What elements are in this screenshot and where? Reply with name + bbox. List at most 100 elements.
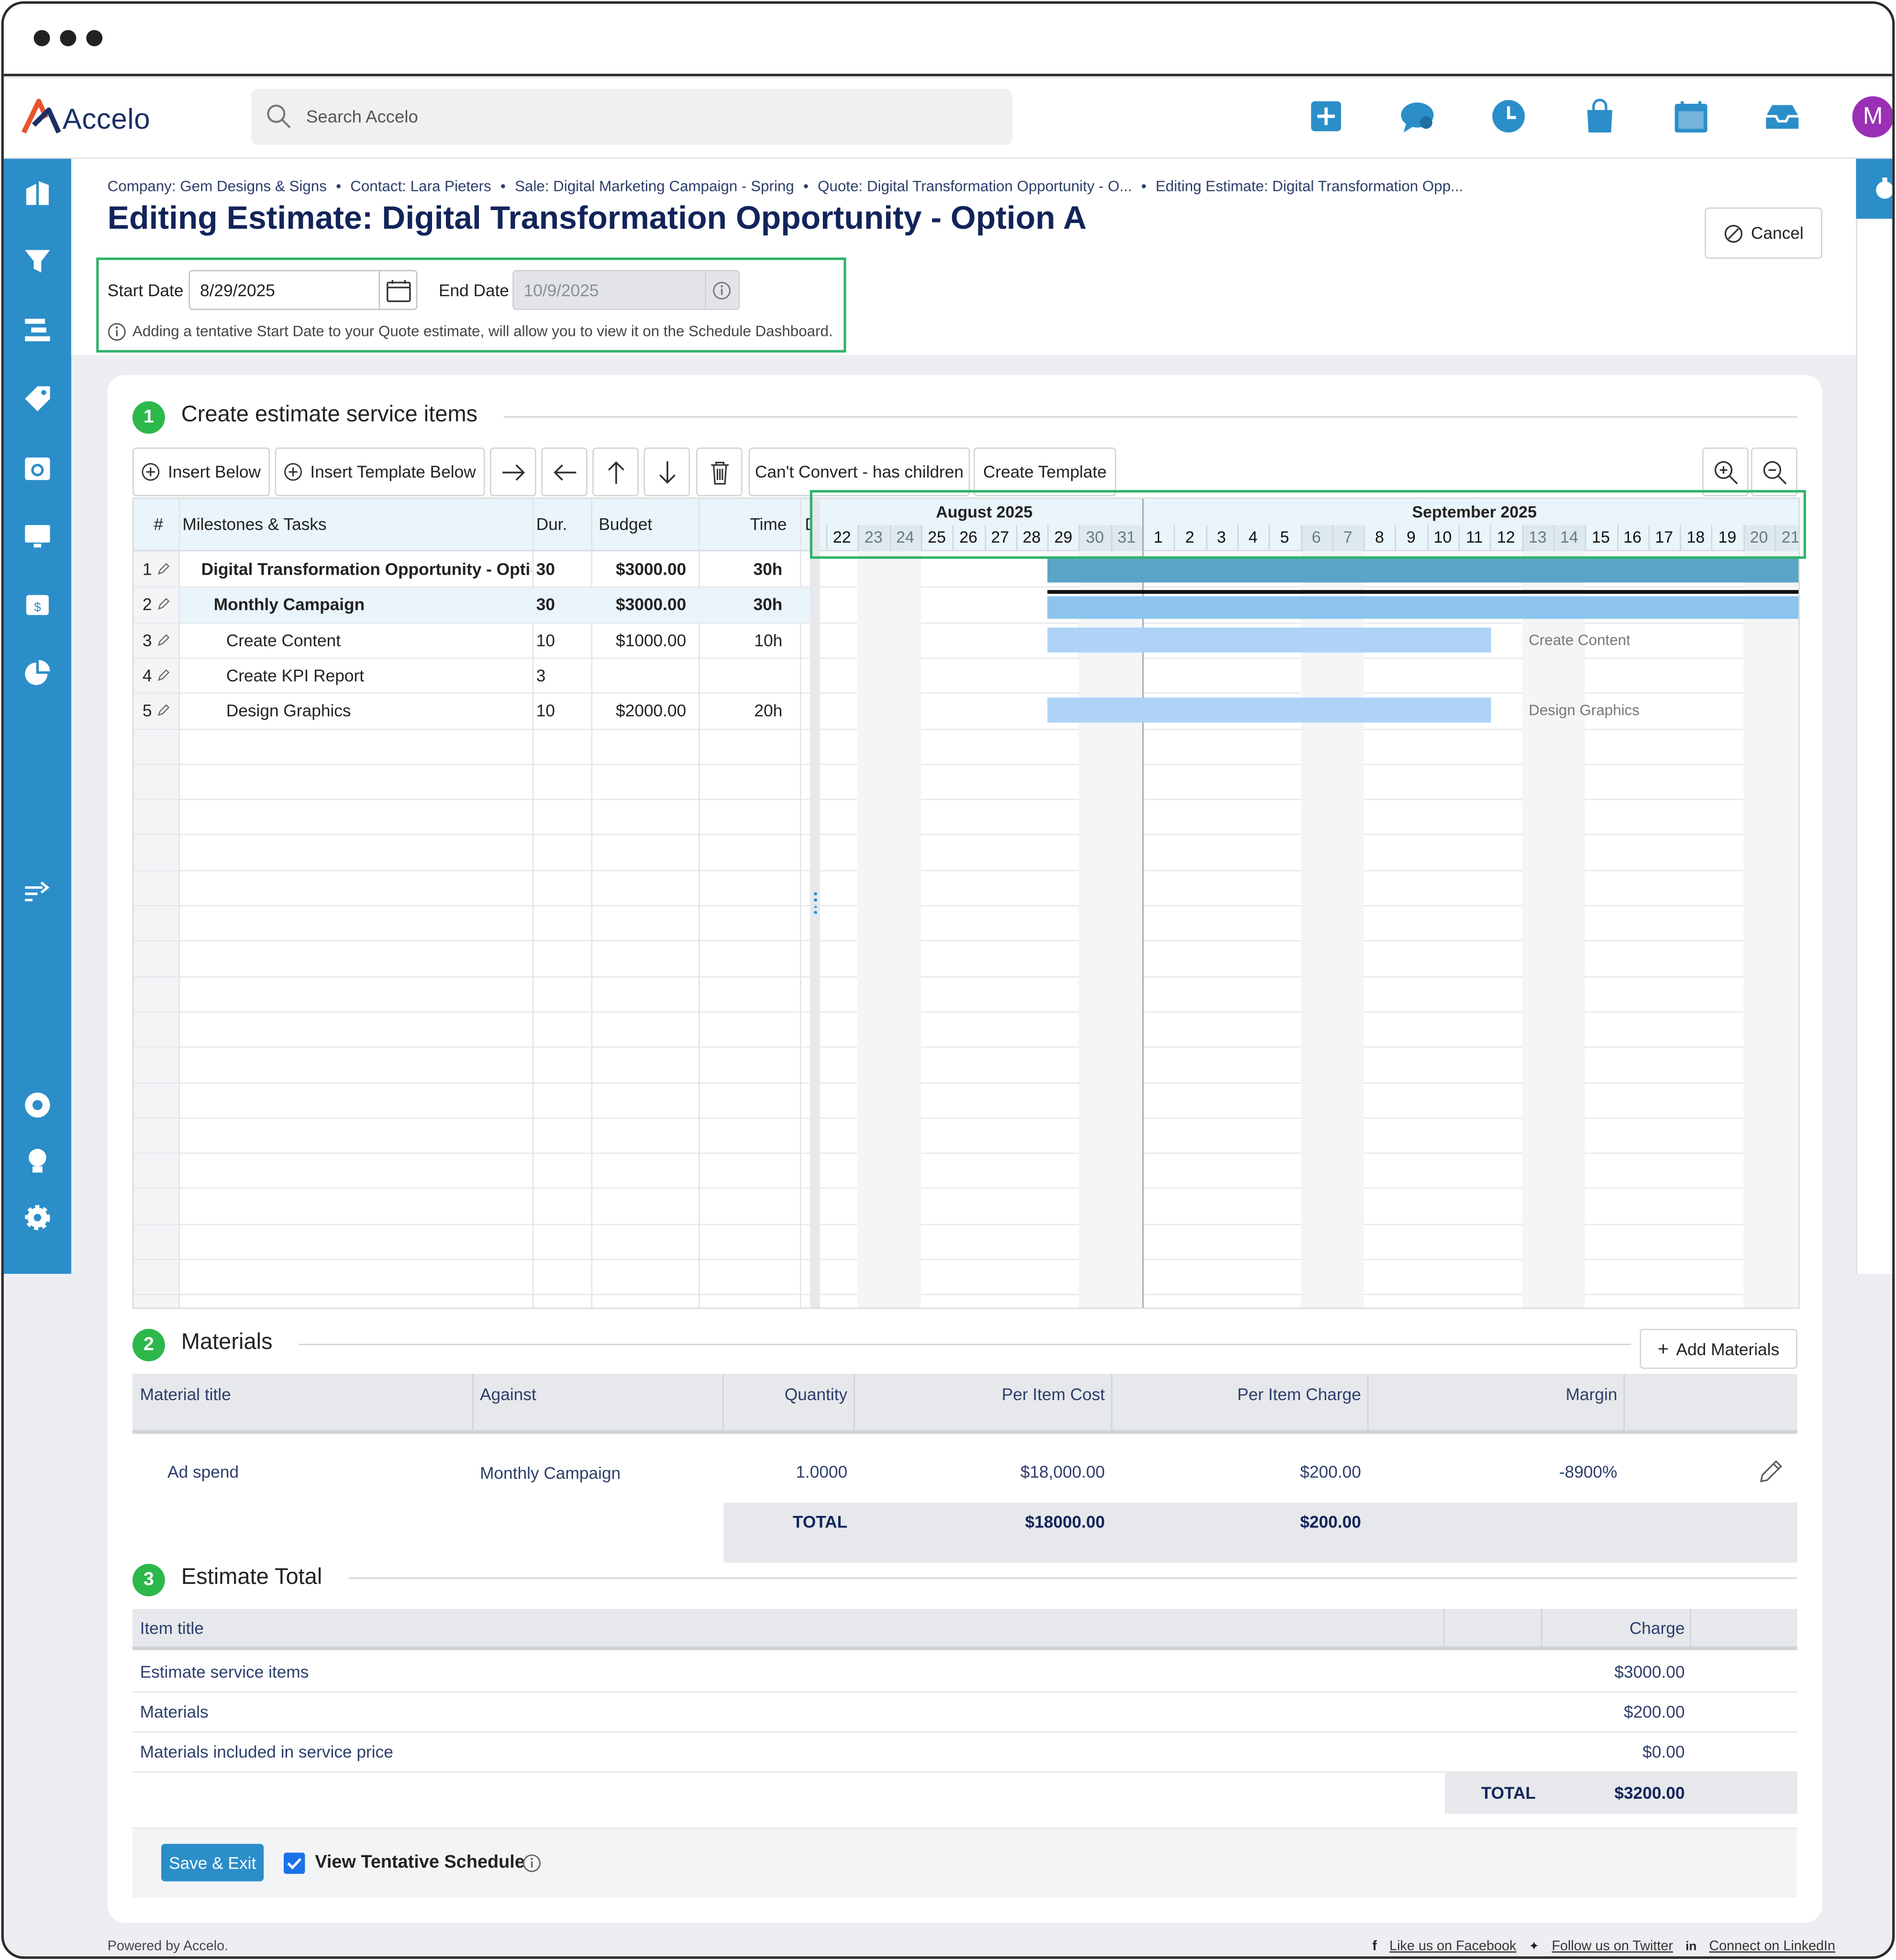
table-row[interactable]: 3 Create Content 10 $1000.00 10h [134,622,810,657]
chat-icon[interactable] [1398,99,1434,134]
row-name[interactable]: Digital Transformation Opportunity - Opt… [201,560,532,579]
search-box[interactable]: Search Accelo [251,89,1013,145]
move-up-button[interactable] [592,447,639,497]
column-header-dur: Dur. [536,515,567,534]
indent-button[interactable] [490,447,536,497]
insert-template-below-button[interactable]: Insert Template Below [275,447,485,497]
add-materials-label: Add Materials [1676,1339,1780,1359]
gantt-bar-milestone[interactable] [1047,596,1799,619]
help-lifebuoy-icon[interactable] [22,1090,53,1120]
window-dot-minimize[interactable] [60,30,77,46]
facebook-link[interactable]: Like us on Facebook [1389,1939,1516,1954]
gantt-bar-design-graphics[interactable] [1047,698,1491,723]
row-time: 30h [753,560,783,579]
sidebar: $ [3,158,71,1274]
row-edit-icon[interactable] [156,560,171,575]
logo-text[interactable]: Accelo [63,102,150,136]
outdent-button[interactable] [541,447,588,497]
collapse-sidebar-icon[interactable] [22,878,53,908]
table-row[interactable]: 2 Monthly Campaign 30 $3000.00 30h [134,587,810,622]
zoom-out-button[interactable] [1751,447,1797,497]
calendar-icon[interactable] [1674,99,1708,134]
zoom-in-button[interactable] [1702,447,1749,497]
desktop-icon[interactable] [22,521,53,551]
row-budget: $2000.00 [616,702,687,721]
table-row[interactable]: 4 Create KPI Report 3 [134,657,810,693]
arrow-up-icon [607,460,624,483]
info-icon[interactable] [522,1854,541,1872]
edit-pencil-icon[interactable] [1757,1458,1785,1485]
cant-convert-button[interactable]: Can't Convert - has children [748,447,970,497]
row-name[interactable]: Monthly Campaign [214,595,532,614]
create-template-button[interactable]: Create Template [974,447,1116,497]
breadcrumb-contact[interactable]: Contact: Lara Pieters [350,178,491,195]
section3-badge: 3 [132,1564,165,1597]
delete-button[interactable] [696,447,743,497]
window-dot-close[interactable] [33,30,50,46]
gantt-bar-create-content[interactable] [1047,627,1491,652]
shopping-bag-icon[interactable] [1582,99,1617,134]
linkedin-link[interactable]: Connect on LinkedIn [1709,1939,1835,1954]
row-duration: 10 [536,702,555,721]
tickets-tag-icon[interactable] [22,384,53,414]
ideas-lightbulb-icon[interactable] [22,1147,53,1177]
row-edit-icon[interactable] [156,666,171,681]
companies-icon[interactable] [22,178,53,208]
material-quantity: 1.0000 [796,1462,848,1481]
row-edit-icon[interactable] [156,631,171,646]
start-date-field[interactable]: 8/29/2025 [188,270,418,310]
arrow-right-icon [501,464,524,480]
table-row[interactable]: 5 Design Graphics 10 $2000.00 20h [134,693,810,728]
breadcrumb-quote[interactable]: Quote: Digital Transformation Opportunit… [818,178,1132,195]
end-date-label: End Date [438,281,510,300]
window-dot-maximize[interactable] [86,30,103,46]
linkedin-icon: in [1685,1939,1697,1953]
section2-title: Materials [181,1328,273,1354]
twitter-link[interactable]: Follow us on Twitter [1552,1939,1673,1954]
sales-funnel-icon[interactable] [22,246,53,277]
avatar[interactable]: M [1852,96,1893,138]
column-header-budget: Budget [599,515,653,534]
top-nav: Accelo Search Accelo M [3,78,1893,159]
row-name[interactable]: Create KPI Report [226,666,531,685]
breadcrumb: Company: Gem Designs & Signs • Contact: … [107,177,1464,195]
move-down-button[interactable] [643,447,690,497]
splitter-handle-icon[interactable] [814,891,818,914]
add-icon[interactable] [1308,99,1343,134]
materials-col-quantity: Quantity [784,1385,848,1404]
inbox-icon[interactable] [1763,99,1799,134]
app-window: Accelo Search Accelo M $ Company: Gem De… [1,1,1895,1959]
view-tentative-checkbox[interactable] [284,1852,305,1874]
right-panel [1856,158,1893,1274]
calendar-picker-icon[interactable] [386,279,411,303]
info-icon[interactable] [712,281,731,300]
save-exit-button[interactable]: Save & Exit [161,1844,264,1882]
invoices-icon[interactable]: $ [22,590,53,620]
breadcrumb-company[interactable]: Company: Gem Designs & Signs [108,178,327,195]
projects-gantt-icon[interactable] [22,315,53,345]
row-edit-icon[interactable] [156,595,171,610]
material-title[interactable]: Ad spend [167,1463,239,1481]
settings-gear-icon[interactable] [22,1203,53,1233]
estimate-row-title: Materials included in service price [140,1742,393,1761]
row-name[interactable]: Design Graphics [226,702,531,720]
breadcrumb-sale[interactable]: Sale: Digital Marketing Campaign - Sprin… [515,178,794,195]
start-date-label: Start Date [107,281,184,300]
table-row[interactable]: 1 Digital Transformation Opportunity - Op… [134,551,810,587]
materials-total-cost: $18000.00 [1025,1513,1105,1532]
add-materials-button[interactable]: + Add Materials [1640,1328,1797,1369]
timer-clock-icon[interactable] [1491,99,1526,134]
zoom-in-icon [1714,460,1738,484]
estimate-total-label: TOTAL [1481,1783,1536,1803]
breadcrumb-current: Editing Estimate: Digital Transformation… [1155,177,1464,195]
row-edit-icon[interactable] [156,702,171,716]
accelo-logo-icon[interactable] [21,98,61,135]
insert-below-button[interactable]: Insert Below [132,447,270,497]
reports-pie-icon[interactable] [22,659,53,689]
cancel-button[interactable]: Cancel [1705,207,1822,259]
right-panel-tab[interactable] [1856,158,1893,219]
retainers-calendar-icon[interactable] [22,453,53,483]
gantt-bar-summary[interactable] [1047,557,1799,583]
view-tentative-label[interactable]: View Tentative Schedule [315,1853,525,1873]
row-name[interactable]: Create Content [226,631,531,649]
